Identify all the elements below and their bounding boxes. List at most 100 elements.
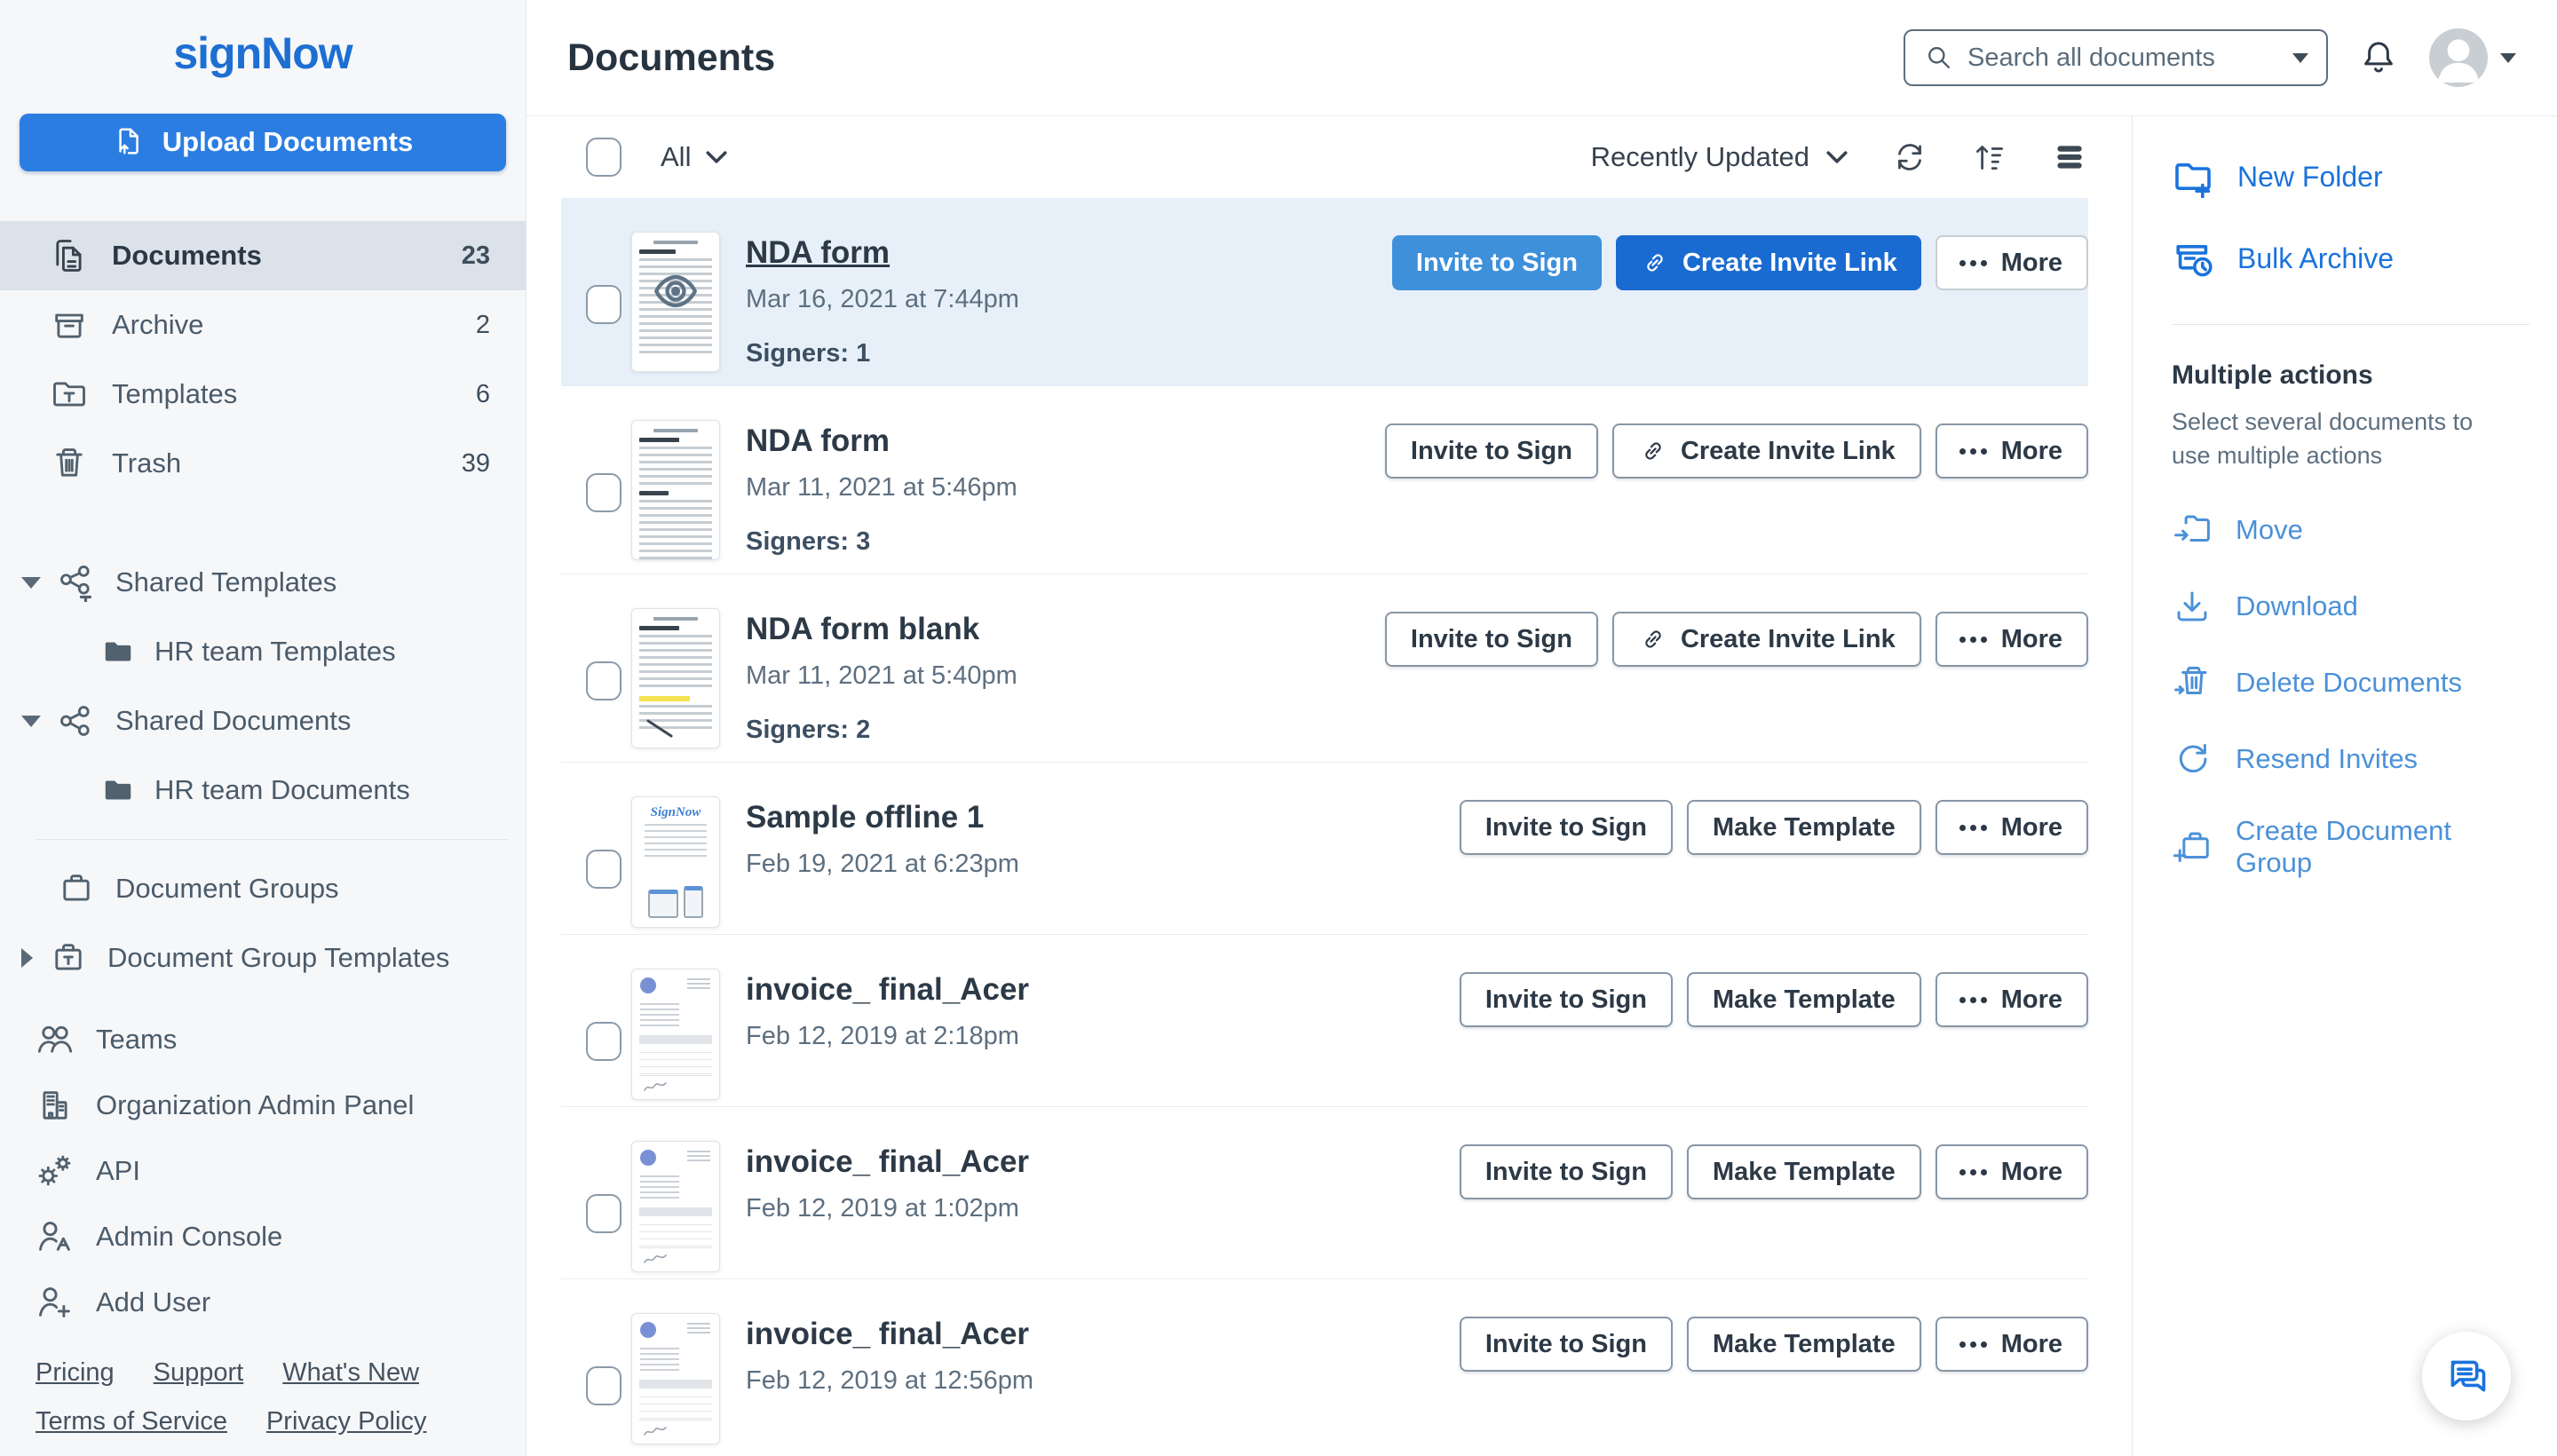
- notification-bell-icon[interactable]: [2358, 37, 2399, 78]
- sidebar-item-admin-console[interactable]: Admin Console: [0, 1204, 526, 1270]
- invite-to-sign-button[interactable]: Invite to Sign: [1459, 972, 1673, 1027]
- document-title[interactable]: Sample offline 1: [746, 800, 1019, 835]
- row-checkbox[interactable]: [586, 1194, 621, 1233]
- document-title[interactable]: invoice_ final_Acer: [746, 1144, 1029, 1180]
- row-checkbox[interactable]: [586, 473, 621, 512]
- make-template-button[interactable]: Make Template: [1686, 800, 1921, 855]
- support-link[interactable]: Support: [154, 1358, 244, 1388]
- more-button[interactable]: More: [1935, 423, 2088, 479]
- document-thumbnail[interactable]: [631, 1141, 720, 1272]
- new-folder-button[interactable]: New Folder: [2172, 155, 2530, 198]
- signnow-logo[interactable]: signNow: [173, 28, 352, 79]
- document-thumbnail[interactable]: [631, 1313, 720, 1444]
- invite-to-sign-button[interactable]: Invite to Sign: [1384, 612, 1598, 667]
- sidebar-item-archive[interactable]: Archive 2: [0, 290, 526, 360]
- search-scope-dropdown-icon[interactable]: [2292, 52, 2308, 63]
- chevron-right-icon[interactable]: [21, 948, 33, 968]
- row-checkbox[interactable]: [586, 661, 621, 700]
- sidebar-item-shared-templates[interactable]: Shared Templates: [0, 548, 526, 617]
- more-button[interactable]: More: [1935, 1144, 2088, 1199]
- download-action[interactable]: Download: [2172, 586, 2530, 627]
- sidebar-item-document-group-templates[interactable]: Document Group Templates: [0, 923, 526, 993]
- sidebar-item-documents[interactable]: Documents 23: [0, 221, 526, 290]
- more-button[interactable]: More: [1935, 612, 2088, 667]
- upload-documents-button[interactable]: Upload Documents: [20, 113, 506, 171]
- sort-by-dropdown[interactable]: Recently Updated: [1591, 141, 1848, 173]
- select-all-checkbox[interactable]: [586, 138, 621, 177]
- chat-bubbles-icon: [2450, 1360, 2486, 1392]
- ellipsis-icon: [1969, 1341, 1976, 1348]
- sidebar-item-trash[interactable]: Trash 39: [0, 429, 526, 498]
- chevron-down-icon[interactable]: [21, 715, 41, 727]
- api-gears-icon: [38, 1155, 71, 1186]
- document-thumbnail[interactable]: SignNow: [631, 796, 720, 928]
- make-template-button[interactable]: Make Template: [1686, 1317, 1921, 1372]
- page-title: Documents: [567, 36, 776, 79]
- sidebar-item-hr-team-templates[interactable]: HR team Templates: [0, 617, 526, 686]
- invite-to-sign-button[interactable]: Invite to Sign: [1459, 800, 1673, 855]
- document-row[interactable]: invoice_ final_Acer Feb 12, 2019 at 12:5…: [561, 1279, 2088, 1452]
- document-thumbnail[interactable]: [631, 232, 720, 372]
- sidebar-item-shared-documents[interactable]: Shared Documents: [0, 686, 526, 756]
- account-menu[interactable]: [2429, 28, 2516, 87]
- row-checkbox[interactable]: [586, 1022, 621, 1061]
- refresh-icon[interactable]: [1891, 138, 1928, 176]
- more-button[interactable]: More: [1935, 972, 2088, 1027]
- add-user-icon: [39, 1287, 70, 1318]
- chevron-down-icon[interactable]: [21, 576, 41, 589]
- make-template-button[interactable]: Make Template: [1686, 972, 1921, 1027]
- document-title[interactable]: invoice_ final_Acer: [746, 1317, 1033, 1352]
- whats-new-link[interactable]: What's New: [282, 1358, 419, 1388]
- list-view-icon[interactable]: [2051, 138, 2088, 176]
- create-invite-link-button[interactable]: Create Invite Link: [1611, 423, 1921, 479]
- document-title[interactable]: NDA form: [746, 423, 1017, 459]
- filter-all-dropdown[interactable]: All: [661, 141, 728, 173]
- document-title[interactable]: NDA form: [746, 235, 1019, 271]
- more-button[interactable]: More: [1935, 800, 2088, 855]
- document-row[interactable]: SignNow Sample offline 1 Feb 19, 2021 at…: [561, 763, 2088, 935]
- document-title[interactable]: invoice_ final_Acer: [746, 972, 1029, 1008]
- document-thumbnail[interactable]: [631, 608, 720, 748]
- pricing-link[interactable]: Pricing: [36, 1358, 115, 1388]
- row-checkbox[interactable]: [586, 285, 621, 324]
- sidebar-item-templates[interactable]: Templates 6: [0, 360, 526, 429]
- sidebar-item-api[interactable]: API: [0, 1138, 526, 1204]
- chat-support-button[interactable]: [2422, 1332, 2511, 1420]
- create-invite-link-button[interactable]: Create Invite Link: [1615, 235, 1921, 290]
- make-template-button[interactable]: Make Template: [1686, 1144, 1921, 1199]
- document-title[interactable]: NDA form blank: [746, 612, 1017, 647]
- sidebar-item-document-groups[interactable]: Document Groups: [0, 854, 526, 923]
- invite-to-sign-button[interactable]: Invite to Sign: [1391, 235, 1602, 290]
- search-input[interactable]: [1967, 43, 2280, 73]
- document-row[interactable]: invoice_ final_Acer Feb 12, 2019 at 2:18…: [561, 935, 2088, 1107]
- create-document-group-action[interactable]: Create Document Group: [2172, 815, 2530, 879]
- sidebar-item-add-user[interactable]: Add User: [0, 1270, 526, 1335]
- resend-invites-action[interactable]: Resend Invites: [2172, 739, 2530, 779]
- privacy-policy-link[interactable]: Privacy Policy: [266, 1407, 427, 1436]
- share-nodes-template-icon: [60, 565, 92, 602]
- sidebar-item-teams[interactable]: Teams: [0, 1007, 526, 1072]
- document-row[interactable]: NDA form Mar 16, 2021 at 7:44pm Signers:…: [561, 198, 2088, 386]
- sidebar-item-hr-team-documents[interactable]: HR team Documents: [0, 756, 526, 825]
- sort-order-icon[interactable]: [1971, 138, 2008, 176]
- document-thumbnail[interactable]: [631, 420, 720, 560]
- row-checkbox[interactable]: [586, 1366, 621, 1405]
- terms-of-service-link[interactable]: Terms of Service: [36, 1407, 227, 1436]
- delete-documents-action[interactable]: Delete Documents: [2172, 662, 2530, 703]
- bulk-archive-button[interactable]: Bulk Archive: [2172, 237, 2530, 280]
- document-row[interactable]: NDA form blank Mar 11, 2021 at 5:40pm Si…: [561, 574, 2088, 763]
- invite-to-sign-button[interactable]: Invite to Sign: [1459, 1317, 1673, 1372]
- more-button[interactable]: More: [1935, 1317, 2088, 1372]
- document-row[interactable]: invoice_ final_Acer Feb 12, 2019 at 1:02…: [561, 1107, 2088, 1279]
- create-invite-link-button[interactable]: Create Invite Link: [1611, 612, 1921, 667]
- more-button[interactable]: More: [1935, 235, 2088, 290]
- row-checkbox[interactable]: [586, 850, 621, 889]
- search-box[interactable]: [1904, 29, 2328, 86]
- document-thumbnail[interactable]: [631, 969, 720, 1100]
- sidebar-item-organization-admin-panel[interactable]: Organization Admin Panel: [0, 1072, 526, 1138]
- invite-to-sign-button[interactable]: Invite to Sign: [1384, 423, 1598, 479]
- invite-to-sign-button[interactable]: Invite to Sign: [1459, 1144, 1673, 1199]
- document-row[interactable]: NDA form Mar 11, 2021 at 5:46pm Signers:…: [561, 386, 2088, 574]
- move-action[interactable]: Move: [2172, 510, 2530, 550]
- user-avatar-icon[interactable]: [2429, 28, 2488, 87]
